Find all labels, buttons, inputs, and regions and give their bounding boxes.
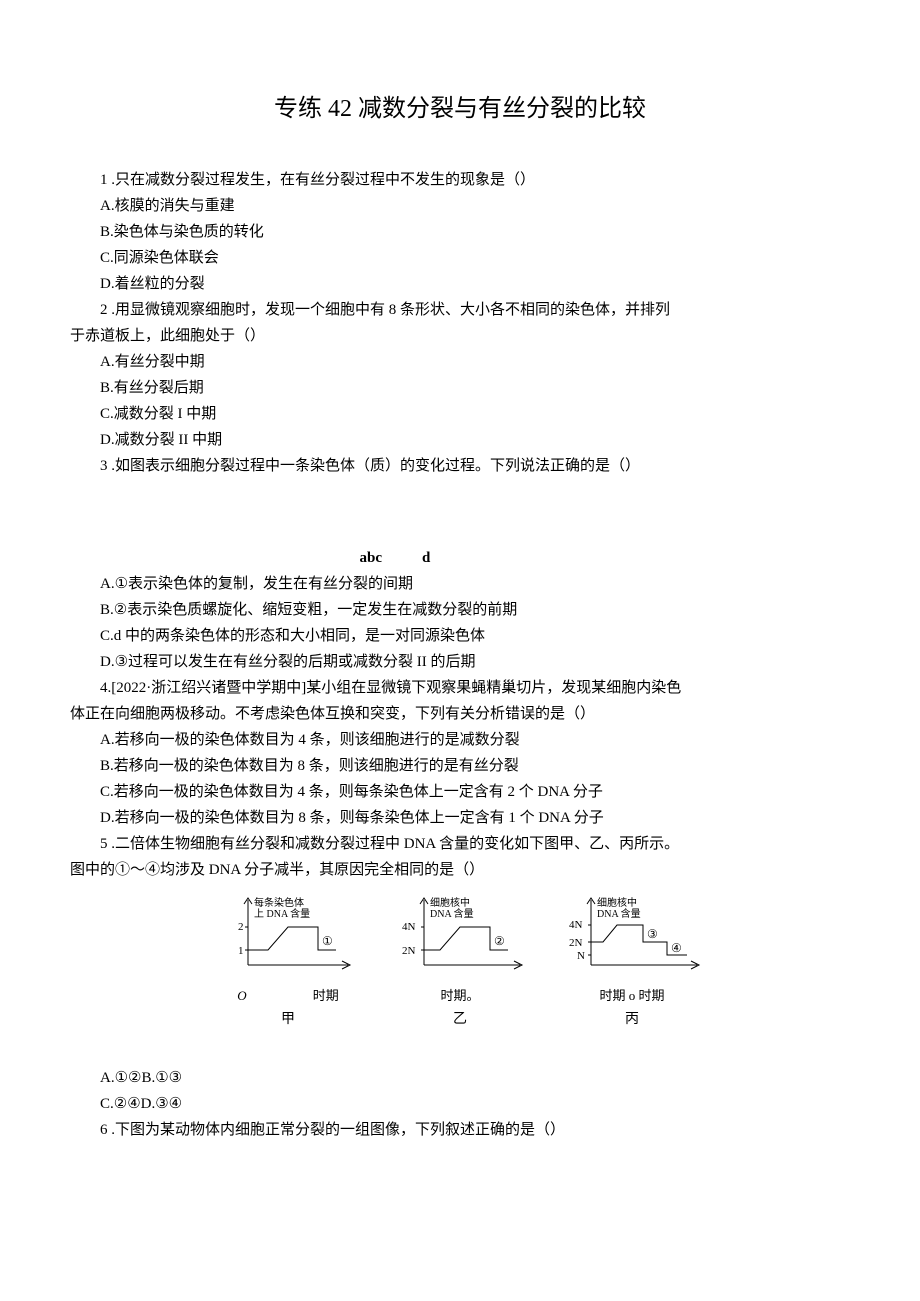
chart-jia-origin: O: [237, 986, 246, 1007]
q2-option-b: B.有丝分裂后期: [70, 376, 850, 400]
q3-option-b: B.②表示染色质螺旋化、缩短变粗，一定发生在减数分裂的前期: [70, 598, 850, 622]
q1-option-a: A.核膜的消失与重建: [70, 194, 850, 218]
q4-option-b: B.若移向一极的染色体数目为 8 条，则该细胞进行的是有丝分裂: [70, 754, 850, 778]
q5-stem-line1: 5 .二倍体生物细胞有丝分裂和减数分裂过程中 DNA 含量的变化如下图甲、乙、丙…: [70, 832, 850, 856]
q5-charts: 每条染色体 上 DNA 含量 2 1 ① O 时期 甲 细胞核: [70, 890, 850, 1031]
q4-option-d: D.若移向一极的染色体数目为 8 条，则每条染色体上一定含有 1 个 DNA 分…: [70, 806, 850, 830]
chart-jia-tick-1: 1: [238, 945, 244, 957]
chart-yi-ylabel1: 细胞核中: [430, 896, 470, 909]
chart-jia-annotation: ①: [322, 934, 333, 948]
chart-yi-xlabel: 时期。: [440, 986, 479, 1007]
q2-option-c: C.减数分裂 I 中期: [70, 402, 850, 426]
chart-jia: 每条染色体 上 DNA 含量 2 1 ① O 时期 甲: [218, 890, 358, 1031]
q2-stem-line2: 于赤道板上，此细胞处于（）: [70, 324, 850, 348]
document-page: 专练 42 减数分裂与有丝分裂的比较 1 .只在减数分裂过程发生，在有丝分裂过程…: [0, 0, 920, 1301]
chart-bing-xlabel-row: 时期 o 时期: [599, 986, 664, 1007]
chart-yi-name: 乙: [453, 1009, 467, 1031]
q3-figure-labels: abc d: [70, 546, 850, 570]
q1-option-b: B.染色体与染色质的转化: [70, 220, 850, 244]
chart-bing-ylabel2: DNA 含量: [597, 907, 641, 920]
q3-label-d: d: [422, 546, 656, 570]
q2-option-d: D.减数分裂 II 中期: [70, 428, 850, 452]
q4-option-a: A.若移向一极的染色体数目为 4 条，则该细胞进行的是减数分裂: [70, 728, 850, 752]
chart-yi-tick-2n: 2N: [402, 945, 416, 957]
chart-bing-name: 丙: [625, 1009, 639, 1031]
chart-bing-tick-n: N: [577, 950, 585, 962]
chart-bing-tick-2n: 2N: [569, 937, 583, 949]
q6-stem: 6 .下图为某动物体内细胞正常分裂的一组图像，下列叙述正确的是（）: [70, 1118, 850, 1142]
page-title: 专练 42 减数分裂与有丝分裂的比较: [70, 90, 850, 128]
q1-stem: 1 .只在减数分裂过程发生，在有丝分裂过程中不发生的现象是（）: [70, 168, 850, 192]
q1-option-c: C.同源染色体联会: [70, 246, 850, 270]
q3-figure-placeholder: [70, 480, 850, 540]
chart-bing-annotation-4: ④: [671, 941, 682, 955]
q4-option-c: C.若移向一极的染色体数目为 4 条，则每条染色体上一定含有 2 个 DNA 分…: [70, 780, 850, 804]
chart-bing-annotation-3: ③: [647, 927, 658, 941]
q2-stem-line1: 2 .用显微镜观察细胞时，发现一个细胞中有 8 条形状、大小各不相同的染色体，并…: [70, 298, 850, 322]
chart-bing-tick-4n: 4N: [569, 919, 583, 931]
chart-yi-svg: 细胞核中 DNA 含量 4N 2N ②: [390, 890, 530, 980]
q1-option-d: D.着丝粒的分裂: [70, 272, 850, 296]
chart-jia-svg: 每条染色体 上 DNA 含量 2 1 ①: [218, 890, 358, 980]
chart-bing-ylabel1: 细胞核中: [597, 896, 637, 909]
spacer: [70, 1034, 850, 1064]
q3-stem: 3 .如图表示细胞分裂过程中一条染色体（质）的变化过程。下列说法正确的是（）: [70, 454, 850, 478]
q2-option-a: A.有丝分裂中期: [70, 350, 850, 374]
chart-bing: 细胞核中 DNA 含量 4N 2N N ③ ④ 时期 o 时期 丙: [562, 890, 702, 1031]
chart-yi-xlabel-row: 时期。: [440, 986, 479, 1007]
chart-yi-tick-4n: 4N: [402, 921, 416, 933]
chart-jia-ylabel2: 上 DNA 含量: [254, 907, 310, 920]
chart-jia-tick-2: 2: [238, 921, 244, 933]
chart-jia-xlabel-row: O 时期: [237, 986, 338, 1007]
chart-jia-xlabel: 时期: [313, 986, 339, 1007]
q3-option-c: C.d 中的两条染色体的形态和大小相同，是一对同源染色体: [70, 624, 850, 648]
q5-options-row1: A.①②B.①③: [70, 1066, 850, 1090]
q4-stem-line1: 4.[2022·浙江绍兴诸暨中学期中]某小组在显微镜下观察果蝇精巢切片，发现某细…: [70, 676, 850, 700]
q4-stem-line2: 体正在向细胞两极移动。不考虑染色体互换和突变，下列有关分析错误的是（）: [70, 702, 850, 726]
q3-option-d: D.③过程可以发生在有丝分裂的后期或减数分裂 II 的后期: [70, 650, 850, 674]
q3-option-a: A.①表示染色体的复制，发生在有丝分裂的间期: [70, 572, 850, 596]
chart-yi-ylabel2: DNA 含量: [430, 907, 474, 920]
q3-label-abc: abc: [70, 546, 422, 570]
chart-yi-annotation: ②: [494, 934, 505, 948]
chart-bing-svg: 细胞核中 DNA 含量 4N 2N N ③ ④: [557, 890, 707, 980]
chart-jia-name: 甲: [281, 1009, 295, 1031]
chart-bing-xlabel: 时期 o 时期: [599, 986, 664, 1007]
q5-stem-line2: 图中的①～④均涉及 DNA 分子减半，其原因完全相同的是（）: [70, 858, 850, 882]
chart-jia-ylabel1: 每条染色体: [254, 896, 304, 909]
chart-yi: 细胞核中 DNA 含量 4N 2N ② 时期。 乙: [390, 890, 530, 1031]
q5-options-row2: C.②④D.③④: [70, 1092, 850, 1116]
